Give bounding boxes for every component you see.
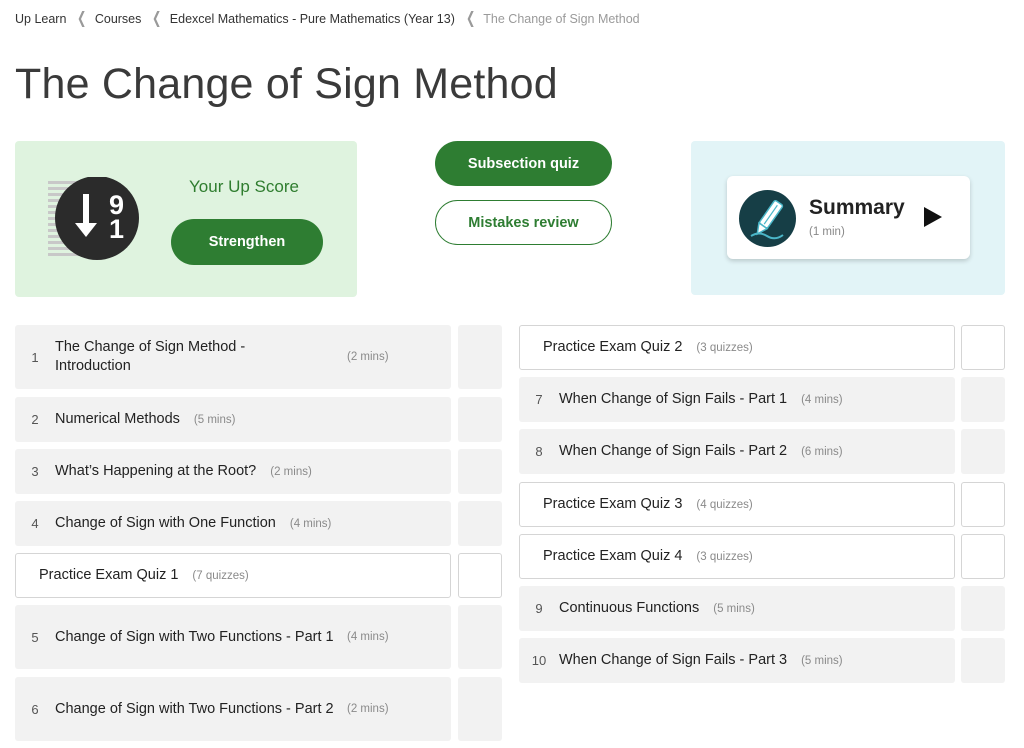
up-score-card: 9 1 Your Up Score Strengthen xyxy=(15,141,357,297)
lesson-status-box xyxy=(458,605,502,669)
lesson-item[interactable]: 1 The Change of Sign Method - Introducti… xyxy=(15,325,451,389)
page-title: The Change of Sign Method xyxy=(15,60,558,108)
practice-quiz-item[interactable]: Practice Exam Quiz 3 (4 quizzes) xyxy=(519,482,955,527)
quiz-title: Practice Exam Quiz 1 xyxy=(39,567,179,583)
lesson-status-box xyxy=(961,429,1005,474)
lesson-status-box xyxy=(961,638,1005,683)
lesson-status-box xyxy=(458,677,502,741)
lesson-duration: (4 mins) xyxy=(801,393,843,406)
quiz-count: (3 quizzes) xyxy=(696,341,753,354)
lesson-status-box xyxy=(961,377,1005,422)
summary-button[interactable]: Summary (1 min) xyxy=(727,176,970,259)
mistakes-review-button[interactable]: Mistakes review xyxy=(435,200,612,245)
quiz-title: Practice Exam Quiz 3 xyxy=(543,496,683,512)
lesson-title: Numerical Methods xyxy=(55,411,180,427)
breadcrumb-course[interactable]: Edexcel Mathematics - Pure Mathematics (… xyxy=(170,12,455,26)
lesson-number: 3 xyxy=(31,464,39,479)
lesson-item[interactable]: 9 Continuous Functions (5 mins) xyxy=(519,586,955,631)
lesson-number: 10 xyxy=(531,653,547,668)
quiz-count: (7 quizzes) xyxy=(192,569,249,582)
summary-title: Summary xyxy=(809,196,905,219)
lesson-status-box xyxy=(458,397,502,442)
lesson-duration: (5 mins) xyxy=(713,602,755,615)
lesson-item[interactable]: 2 Numerical Methods (5 mins) xyxy=(15,397,451,442)
lesson-title: Change of Sign with Two Functions - Part… xyxy=(55,700,334,717)
lesson-item[interactable]: 8 When Change of Sign Fails - Part 2 (6 … xyxy=(519,429,955,474)
practice-quiz-item[interactable]: Practice Exam Quiz 2 (3 quizzes) xyxy=(519,325,955,370)
lesson-status-box xyxy=(458,325,502,389)
lesson-duration: (2 mins) xyxy=(347,351,389,363)
lesson-title: What’s Happening at the Root? xyxy=(55,463,257,479)
lesson-title: Change of Sign with One Function xyxy=(55,515,276,531)
lesson-number: 1 xyxy=(31,349,39,365)
strengthen-button[interactable]: Strengthen xyxy=(171,219,323,265)
lesson-title: Change of Sign with Two Functions - Part… xyxy=(55,628,334,645)
up-score-logo: 9 1 xyxy=(48,177,139,260)
breadcrumb: Up Learn ❮ Courses ❮ Edexcel Mathematics… xyxy=(15,10,640,28)
breadcrumb-current: The Change of Sign Method xyxy=(483,12,640,26)
quiz-title: Practice Exam Quiz 2 xyxy=(543,339,683,355)
lesson-status-box xyxy=(458,501,502,546)
lesson-item[interactable]: 7 When Change of Sign Fails - Part 1 (4 … xyxy=(519,377,955,422)
lesson-duration: (4 mins) xyxy=(347,631,389,643)
lesson-title: Continuous Functions xyxy=(559,600,700,616)
lesson-number: 2 xyxy=(31,412,39,427)
lesson-title: The Change of Sign Method - Introduction xyxy=(55,339,246,374)
lesson-duration: (4 mins) xyxy=(289,517,332,530)
logo-bottom-digit: 1 xyxy=(109,214,124,244)
lesson-item[interactable]: 4 Change of Sign with One Function (4 mi… xyxy=(15,501,451,546)
quiz-status-box xyxy=(961,534,1005,579)
lesson-status-box xyxy=(458,449,502,494)
quiz-status-box xyxy=(961,482,1005,527)
chevron-left-icon: ❮ xyxy=(77,10,87,27)
lesson-title: When Change of Sign Fails - Part 1 xyxy=(559,391,788,407)
practice-quiz-item[interactable]: Practice Exam Quiz 4 (3 quizzes) xyxy=(519,534,955,579)
breadcrumb-courses[interactable]: Courses xyxy=(95,12,142,26)
summary-duration: (1 min) xyxy=(809,226,845,238)
lesson-number: 6 xyxy=(31,701,39,717)
lesson-item[interactable]: 5 Change of Sign with Two Functions - Pa… xyxy=(15,605,451,669)
lesson-status-box xyxy=(961,586,1005,631)
lesson-duration: (2 mins) xyxy=(347,703,389,715)
lesson-number: 7 xyxy=(535,392,543,407)
practice-quiz-item[interactable]: Practice Exam Quiz 1 (7 quizzes) xyxy=(15,553,451,598)
quiz-status-box xyxy=(458,553,502,598)
lesson-number: 5 xyxy=(31,629,39,645)
lesson-number: 4 xyxy=(31,516,39,531)
lesson-title: When Change of Sign Fails - Part 2 xyxy=(559,443,788,459)
lesson-title: When Change of Sign Fails - Part 3 xyxy=(559,652,788,668)
lesson-item[interactable]: 3 What’s Happening at the Root? (2 mins) xyxy=(15,449,451,494)
lesson-item[interactable]: 10 When Change of Sign Fails - Part 3 (5… xyxy=(519,638,955,683)
lesson-number: 8 xyxy=(535,444,543,459)
lesson-duration: (5 mins) xyxy=(193,413,236,426)
breadcrumb-up-learn[interactable]: Up Learn xyxy=(15,12,66,26)
chevron-left-icon: ❮ xyxy=(465,10,476,27)
quiz-count: (4 quizzes) xyxy=(696,498,753,511)
quiz-status-box xyxy=(961,325,1005,370)
chevron-left-icon: ❮ xyxy=(152,10,162,27)
summary-card: Summary (1 min) xyxy=(691,141,1005,295)
lesson-item[interactable]: 6 Change of Sign with Two Functions - Pa… xyxy=(15,677,451,741)
play-icon xyxy=(924,207,942,227)
quiz-title: Practice Exam Quiz 4 xyxy=(543,548,683,564)
lesson-number: 9 xyxy=(535,601,543,616)
pen-icon xyxy=(739,190,796,247)
subsection-quiz-button[interactable]: Subsection quiz xyxy=(435,141,612,186)
lesson-duration: (6 mins) xyxy=(801,445,843,458)
up-score-label: Your Up Score xyxy=(189,177,299,196)
quiz-count: (3 quizzes) xyxy=(696,550,753,563)
lesson-duration: (5 mins) xyxy=(801,654,843,667)
lesson-duration: (2 mins) xyxy=(270,465,312,478)
